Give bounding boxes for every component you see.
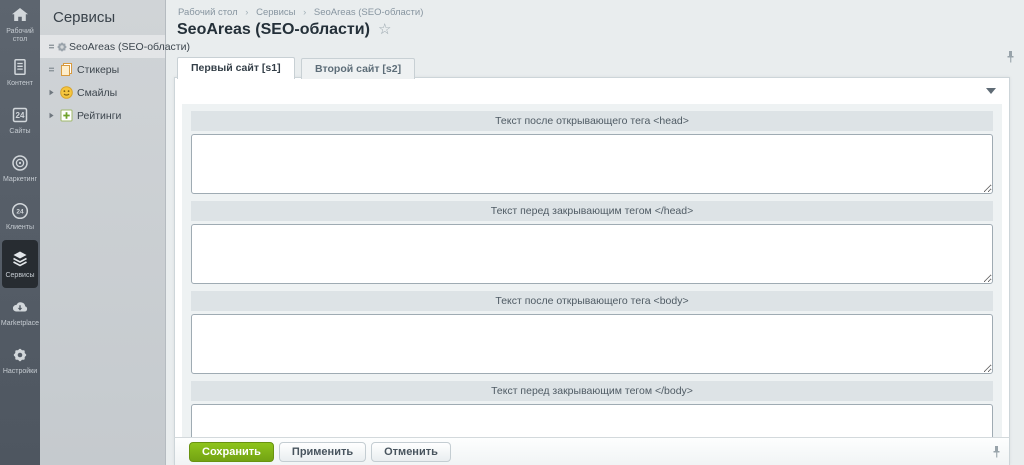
seo-areas-form: Текст после открывающего тега <head> Тек…: [182, 104, 1002, 437]
marketplace-icon: [10, 297, 30, 317]
gear-icon: [55, 40, 69, 54]
cancel-button[interactable]: Отменить: [371, 441, 451, 462]
field-label-after-head-open: Текст после открывающего тега <head>: [191, 111, 993, 131]
rail-item-label: Маркетинг: [2, 175, 38, 183]
form-panel: Текст после открывающего тега <head> Тек…: [174, 77, 1010, 465]
services-sidebar: Сервисы SeoAreas (SEO-области) Стикеры С…: [40, 0, 190, 465]
breadcrumb-item-seoareas[interactable]: SeoAreas (SEO-области): [314, 7, 423, 18]
rail-item-settings[interactable]: Настройки: [0, 336, 40, 384]
textarea-before-head-close[interactable]: [191, 224, 993, 284]
sidebar-title: Сервисы: [53, 9, 116, 26]
settings-icon: [10, 345, 30, 365]
content-icon: [10, 57, 30, 77]
expand-arrow-icon[interactable]: [48, 89, 59, 96]
home-icon: [10, 5, 30, 25]
rail-item-clients[interactable]: 24 Клиенты: [0, 192, 40, 240]
sidebar-item-label: Смайлы: [77, 86, 118, 99]
stickers-icon: [59, 62, 77, 77]
services-icon: [10, 249, 30, 269]
form-footer: Сохранить Применить Отменить: [174, 437, 1010, 465]
breadcrumb-item-desktop[interactable]: Рабочий стол: [178, 7, 238, 18]
expand-arrow-icon[interactable]: [48, 112, 59, 119]
save-button[interactable]: Сохранить: [189, 441, 274, 462]
breadcrumb: Рабочий стол › Сервисы › SeoAreas (SEO-о…: [178, 7, 423, 18]
clients-icon: 24: [10, 201, 30, 221]
ratings-icon: [59, 108, 77, 123]
svg-text:24: 24: [16, 111, 25, 120]
field-label-before-head-close: Текст перед закрывающим тегом </head>: [191, 201, 993, 221]
rail-item-label: Настройки: [2, 367, 38, 375]
rail-item-services[interactable]: Сервисы: [2, 240, 38, 288]
rail-item-desktop[interactable]: Рабочий стол: [0, 0, 40, 48]
main-area: Рабочий стол › Сервисы › SeoAreas (SEO-о…: [166, 0, 1024, 465]
sidebar-item-label: Рейтинги: [77, 109, 122, 122]
tab-site-1[interactable]: Первый сайт [s1]: [177, 57, 295, 79]
sidebar-item-stickers[interactable]: Стикеры: [40, 58, 165, 81]
breadcrumb-separator: ›: [303, 7, 307, 18]
smiley-icon: [59, 85, 77, 100]
pin-icon[interactable]: [1006, 50, 1015, 69]
field-label-before-body-close: Текст перед закрывающим тегом </body>: [191, 381, 993, 401]
rail-item-marketing[interactable]: Маркетинг: [0, 144, 40, 192]
page-title-text: SeoAreas (SEO-области): [177, 21, 370, 38]
sidebar-item-seoareas[interactable]: SeoAreas (SEO-области): [40, 35, 190, 58]
rail-item-sites[interactable]: 24 Сайты: [0, 96, 40, 144]
page-title: SeoAreas (SEO-области) ☆: [177, 20, 391, 39]
item-marker-icon: [48, 66, 59, 73]
sidebar-item-label: SeoAreas (SEO-области): [69, 40, 190, 53]
rail-item-label: Клиенты: [5, 223, 35, 231]
breadcrumb-item-services[interactable]: Сервисы: [256, 7, 295, 18]
item-marker-icon: [48, 43, 55, 50]
sites-icon: 24: [10, 105, 30, 125]
marketing-icon: [10, 153, 30, 173]
sidebar-item-smileys[interactable]: Смайлы: [40, 81, 165, 104]
sidebar-item-ratings[interactable]: Рейтинги: [40, 104, 165, 127]
rail-item-label: Рабочий стол: [6, 27, 34, 43]
site-tabs: Первый сайт [s1] Второй сайт [s2]: [177, 57, 417, 79]
breadcrumb-separator: ›: [245, 7, 249, 18]
textarea-after-body-open[interactable]: [191, 314, 993, 374]
svg-text:24: 24: [16, 208, 24, 215]
app-rail: Рабочий стол Контент 24 Сайты Маркетинг …: [0, 0, 40, 465]
tab-site-2[interactable]: Второй сайт [s2]: [301, 58, 416, 79]
collapse-chevron-down-icon[interactable]: [986, 88, 996, 99]
rail-item-label: Контент: [7, 79, 33, 87]
textarea-after-head-open[interactable]: [191, 134, 993, 194]
rail-item-label: Сайты: [9, 127, 31, 135]
rail-item-label: Marketplace: [0, 319, 40, 327]
favorite-star-icon[interactable]: ☆: [378, 21, 391, 38]
pin-icon[interactable]: [992, 445, 1001, 464]
field-label-after-body-open: Текст после открывающего тега <body>: [191, 291, 993, 311]
textarea-before-body-close[interactable]: [191, 404, 993, 437]
rail-item-label: Сервисы: [5, 271, 35, 279]
rail-item-content[interactable]: Контент: [0, 48, 40, 96]
apply-button[interactable]: Применить: [278, 441, 367, 462]
rail-item-marketplace[interactable]: Marketplace: [0, 288, 40, 336]
sidebar-item-label: Стикеры: [77, 63, 120, 76]
